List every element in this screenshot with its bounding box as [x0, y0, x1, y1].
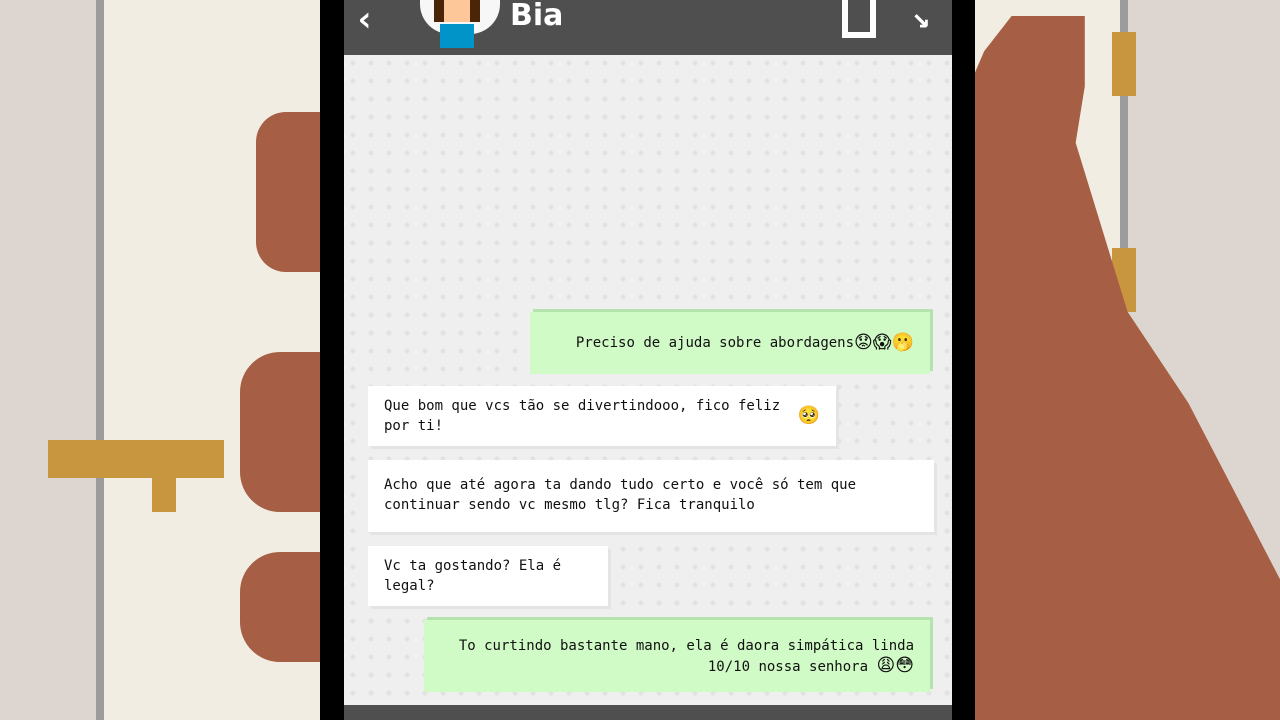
- message-received: Vc ta gostando? Ela é legal?: [368, 546, 608, 606]
- door-handle: [48, 440, 224, 478]
- hand-finger-left: [240, 552, 320, 662]
- message-emoji: 😟😱🫢: [854, 332, 914, 353]
- message-text: Preciso de ajuda sobre abordagens: [575, 335, 855, 351]
- chat-header: ‹ Bia ↘: [344, 0, 952, 55]
- door-lock: [152, 478, 176, 512]
- chat-input-bar[interactable]: [344, 705, 952, 720]
- message-text: Vc ta gostando? Ela é legal?: [384, 558, 562, 594]
- contact-avatar[interactable]: [416, 0, 504, 48]
- video-call-icon[interactable]: [842, 0, 876, 38]
- message-emoji: 😩😳: [876, 654, 914, 676]
- contact-name[interactable]: Bia: [510, 0, 563, 33]
- chat-screen: ‹ Bia ↘ Preciso de ajuda sobre abordagen…: [344, 0, 952, 720]
- door-hinge: [1112, 32, 1136, 96]
- phone-icon[interactable]: ↘: [912, 0, 942, 40]
- message-emoji: 🥺: [797, 405, 820, 426]
- message-sent: To curtindo bastante mano, ela é daora s…: [424, 620, 930, 692]
- message-sent: Preciso de ajuda sobre abordagens 😟😱🫢: [530, 312, 930, 374]
- message-text: To curtindo bastante mano, ela é daora s…: [458, 637, 914, 675]
- message-text: Acho que até agora ta dando tudo certo e…: [384, 477, 857, 513]
- chevron-left-icon[interactable]: ‹: [354, 2, 376, 38]
- message-text: Que bom que vcs tão se divertindooo, fic…: [384, 398, 781, 434]
- message-received: Que bom que vcs tão se divertindooo, fic…: [368, 386, 836, 446]
- hand-finger-left: [256, 112, 320, 272]
- door-frame-left: [96, 0, 104, 720]
- hand-finger-left: [240, 352, 320, 512]
- message-received: Acho que até agora ta dando tudo certo e…: [368, 460, 934, 532]
